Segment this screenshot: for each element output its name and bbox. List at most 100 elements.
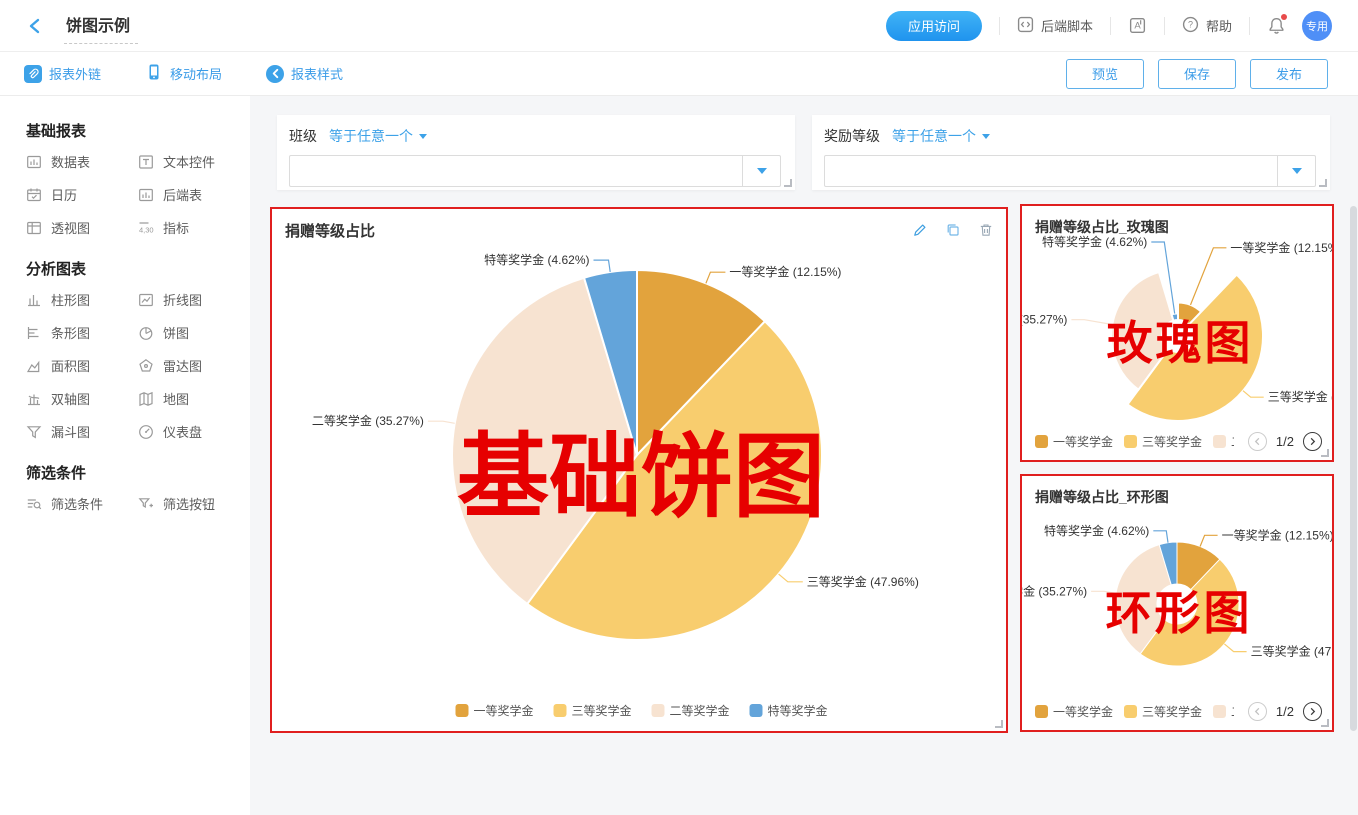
sidebar-item-pie-chart[interactable]: 饼图 xyxy=(138,316,250,349)
translate-icon[interactable]: A xyxy=(1128,16,1147,35)
sidebar-item-label: 双轴图 xyxy=(51,389,90,408)
donut-chart[interactable]: 一等奖学金 (12.15%)三等奖学金 (47.96%)二等奖学金 (35.27… xyxy=(1022,476,1332,730)
publish-button[interactable]: 发布 xyxy=(1250,59,1328,89)
pie-label: 特等奖学金 (4.62%) xyxy=(1044,523,1149,538)
filter-select[interactable] xyxy=(289,155,781,187)
sidebar-item-line-chart[interactable]: 折线图 xyxy=(138,283,250,316)
sidebar-item-text-widget[interactable]: 文本控件 xyxy=(138,145,250,178)
funnel-chart-icon xyxy=(26,424,42,440)
sidebar-item-filter-button[interactable]: 筛选按钮 xyxy=(138,487,250,520)
data-table-icon xyxy=(26,154,42,170)
sidebar-item-label: 条形图 xyxy=(51,323,90,342)
back-icon[interactable] xyxy=(26,17,44,35)
sidebar-item-gauge[interactable]: 仪表盘 xyxy=(138,415,250,448)
pie-label: 特等奖学金 (4.62%) xyxy=(484,252,589,267)
filter-operator[interactable]: 等于任意一个 xyxy=(892,126,990,146)
pivot-table-icon xyxy=(26,220,42,236)
filter-card-1[interactable]: 奖励等级 等于任意一个 xyxy=(812,115,1330,190)
app-access-button[interactable]: 应用访问 xyxy=(886,11,982,41)
legend-item-二等奖学金[interactable]: 二等奖学金 xyxy=(1213,703,1234,720)
resize-handle[interactable] xyxy=(784,179,792,187)
legend-item-二等奖学金[interactable]: 二等奖学金 xyxy=(652,702,730,719)
legend-label: 二等奖学金 xyxy=(670,702,730,719)
pager-next-icon[interactable] xyxy=(1303,702,1322,721)
widget-sidebar: 基础报表数据表文本控件日历后端表透视图4,30指标分析图表柱形图折线图条形图饼图… xyxy=(0,96,250,815)
resize-handle[interactable] xyxy=(1321,719,1329,727)
sidebar-item-backend-table[interactable]: 后端表 xyxy=(138,178,250,211)
pager-next-icon[interactable] xyxy=(1303,432,1322,451)
preview-button[interactable]: 预览 xyxy=(1066,59,1144,89)
panel-rose-pie[interactable]: 捐赠等级占比_玫瑰图 一等奖学金 (12.15%)三等奖学金 (47.96%)二… xyxy=(1020,204,1334,462)
help-button[interactable]: ? 帮助 xyxy=(1182,16,1232,36)
resize-handle[interactable] xyxy=(995,720,1003,728)
legend-item-三等奖学金[interactable]: 三等奖学金 xyxy=(1124,703,1202,720)
filter-select[interactable] xyxy=(824,155,1316,187)
mobile-layout-button[interactable]: 移动布局 xyxy=(145,63,222,84)
label-leader-line xyxy=(1091,591,1116,593)
label-leader-line xyxy=(1200,535,1218,546)
sidebar-item-calendar[interactable]: 日历 xyxy=(26,178,138,211)
sidebar-section-2: 筛选条件筛选条件筛选按钮 xyxy=(26,462,250,520)
panel-basic-pie[interactable]: 捐赠等级占比 一等奖学金 (12.15%)三等奖学金 (47.96%)二等奖学金… xyxy=(270,207,1008,733)
report-external-link-button[interactable]: 报表外链 xyxy=(24,64,101,83)
filter-card-0[interactable]: 班级 等于任意一个 xyxy=(277,115,795,190)
divider xyxy=(1164,17,1165,35)
sidebar-item-label: 饼图 xyxy=(163,323,189,342)
pie-label: 一等奖学金 (12.15%) xyxy=(729,264,841,279)
chevron-down-icon[interactable] xyxy=(1277,156,1315,186)
legend-label: 二等奖学金 xyxy=(1231,703,1234,720)
pie-label: 二等奖学金 (35.27%) xyxy=(1022,583,1087,598)
resize-handle[interactable] xyxy=(1321,449,1329,457)
legend-item-二等奖学金[interactable]: 二等奖学金 xyxy=(1213,433,1234,450)
canvas-scrollbar[interactable] xyxy=(1350,206,1357,731)
sidebar-item-map[interactable]: 地图 xyxy=(138,382,250,415)
legend-item-特等奖学金[interactable]: 特等奖学金 xyxy=(750,702,828,719)
divider xyxy=(1249,17,1250,35)
divider xyxy=(999,17,1000,35)
sidebar-item-data-table[interactable]: 数据表 xyxy=(26,145,138,178)
pie-slice-特等奖学金[interactable] xyxy=(1172,313,1178,320)
page-title[interactable]: 饼图示例 xyxy=(64,8,138,44)
sidebar-item-column-chart[interactable]: 柱形图 xyxy=(26,283,138,316)
notification-bell-icon[interactable] xyxy=(1267,16,1286,35)
dual-axis-chart-icon xyxy=(26,391,42,407)
sidebar-item-label: 筛选按钮 xyxy=(163,494,215,513)
resize-handle[interactable] xyxy=(1319,179,1327,187)
sidebar-section-0: 基础报表数据表文本控件日历后端表透视图4,30指标 xyxy=(26,120,250,244)
basic-pie-chart[interactable]: 一等奖学金 (12.15%)三等奖学金 (47.96%)二等奖学金 (35.27… xyxy=(272,209,1006,731)
legend-swatch xyxy=(1124,705,1137,718)
backend-script-button[interactable]: 后端脚本 xyxy=(1017,16,1093,36)
report-style-button[interactable]: 报表样式 xyxy=(266,64,343,83)
pager-prev-icon[interactable] xyxy=(1248,702,1267,721)
avatar[interactable]: 专用 xyxy=(1302,11,1332,41)
legend-item-一等奖学金[interactable]: 一等奖学金 xyxy=(1035,703,1113,720)
save-button[interactable]: 保存 xyxy=(1158,59,1236,89)
sidebar-item-funnel-chart[interactable]: 漏斗图 xyxy=(26,415,138,448)
pager-prev-icon[interactable] xyxy=(1248,432,1267,451)
pie-label: 一等奖学金 (12.15%) xyxy=(1230,240,1332,255)
sidebar-item-dual-axis-chart[interactable]: 双轴图 xyxy=(26,382,138,415)
sidebar-item-metric[interactable]: 4,30指标 xyxy=(138,211,250,244)
panel-donut-pie[interactable]: 捐赠等级占比_环形图 一等奖学金 (12.15%)三等奖学金 (47.96%)二… xyxy=(1020,474,1334,732)
rose-chart[interactable]: 一等奖学金 (12.15%)三等奖学金 (47.96%)二等奖学金 (35.27… xyxy=(1022,206,1332,460)
legend-item-三等奖学金[interactable]: 三等奖学金 xyxy=(1124,433,1202,450)
report-canvas: 班级 等于任意一个 奖励等级 等于任意一个 捐赠等级占比 xyxy=(250,96,1358,815)
legend-item-一等奖学金[interactable]: 一等奖学金 xyxy=(456,702,534,719)
filter-operator[interactable]: 等于任意一个 xyxy=(329,126,427,146)
chevron-down-icon xyxy=(419,134,427,139)
map-icon xyxy=(138,391,154,407)
pie-style-icon xyxy=(266,65,284,83)
label-leader-line xyxy=(706,272,726,283)
legend-item-三等奖学金[interactable]: 三等奖学金 xyxy=(554,702,632,719)
sidebar-item-area-chart[interactable]: 面积图 xyxy=(26,349,138,382)
sidebar-item-bar-chart[interactable]: 条形图 xyxy=(26,316,138,349)
sidebar-item-radar-chart[interactable]: 雷达图 xyxy=(138,349,250,382)
legend-item-一等奖学金[interactable]: 一等奖学金 xyxy=(1035,433,1113,450)
filter-select-value xyxy=(825,156,845,186)
chevron-down-icon[interactable] xyxy=(742,156,780,186)
sidebar-item-pivot-table[interactable]: 透视图 xyxy=(26,211,138,244)
filter-select-value xyxy=(290,156,310,186)
sidebar-item-filter-condition[interactable]: 筛选条件 xyxy=(26,487,138,520)
legend-label: 一等奖学金 xyxy=(474,702,534,719)
sidebar-item-label: 地图 xyxy=(163,389,189,408)
